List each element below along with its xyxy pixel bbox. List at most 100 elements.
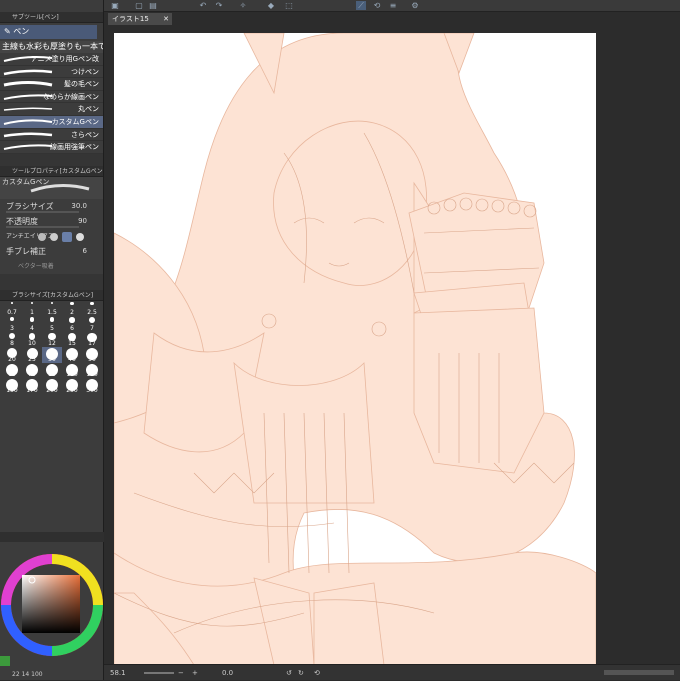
brush-size-preset[interactable]: 2 bbox=[62, 301, 82, 317]
aa-weak-icon[interactable] bbox=[50, 232, 58, 241]
aa-none-icon[interactable] bbox=[38, 232, 46, 241]
brush-dot-icon bbox=[49, 317, 55, 323]
fill-icon[interactable]: ◆ bbox=[266, 1, 276, 10]
brush-item[interactable]: 髪の毛ペン bbox=[0, 78, 103, 91]
brush-size-preset[interactable]: 17 bbox=[82, 332, 102, 348]
brush-size-preset[interactable]: 300 bbox=[82, 378, 102, 394]
close-icon[interactable]: ✕ bbox=[163, 13, 169, 25]
zoom-in-icon[interactable]: + bbox=[192, 665, 198, 681]
horizontal-scrollbar[interactable] bbox=[604, 670, 674, 675]
stroke-preview-icon bbox=[30, 183, 90, 193]
subtool-footer bbox=[0, 153, 103, 166]
brush-size-preset[interactable]: 5 bbox=[42, 316, 62, 332]
brush-size-preset[interactable]: 30 bbox=[42, 347, 62, 363]
brush-size-preset[interactable]: 7 bbox=[82, 316, 102, 332]
brush-size-panel-header: ブラシサイズ[カスタムGペン] bbox=[0, 289, 103, 301]
brush-size-preset[interactable]: 6 bbox=[62, 316, 82, 332]
reset-rotation-icon[interactable]: ⟲ bbox=[314, 665, 320, 681]
brush-item-selected[interactable]: カスタムGペン bbox=[0, 115, 103, 129]
brush-size-preset[interactable]: 1.5 bbox=[42, 301, 62, 317]
brush-list: アニメ塗り用Gペン改 つけペン 髪の毛ペン なめらか線画ペン 丸ペン カスタムG… bbox=[0, 53, 103, 154]
snap-ruler-icon[interactable]: ⟋ bbox=[356, 1, 366, 10]
redo-icon[interactable]: ↷ bbox=[214, 1, 224, 10]
brush-item[interactable]: アニメ塗り用Gペン改 bbox=[0, 53, 103, 66]
brush-size-preset[interactable]: 8 bbox=[2, 332, 22, 348]
rotation-value[interactable]: 0.0 bbox=[222, 665, 233, 681]
brush-dot-icon bbox=[90, 301, 94, 306]
brush-size-preset[interactable]: 150 bbox=[2, 378, 22, 394]
zoom-out-icon[interactable]: − bbox=[178, 665, 184, 681]
canvas-tab[interactable]: イラスト15 ✕ bbox=[108, 13, 172, 25]
brush-size-preset[interactable]: 80 bbox=[42, 363, 62, 379]
vector-snap-row[interactable]: ベクター吸着 bbox=[0, 259, 103, 274]
snap-grid-icon[interactable]: ≡ bbox=[388, 1, 398, 10]
layer-icon[interactable]: ▣ bbox=[110, 1, 120, 10]
opacity-row[interactable]: 不透明度 90 bbox=[0, 214, 103, 229]
subtool-category[interactable]: 主線も水彩も厚塗りも一本で bbox=[0, 41, 103, 53]
brush-item[interactable]: つけペン bbox=[0, 66, 103, 79]
brush-size-preset[interactable]: 70 bbox=[22, 363, 42, 379]
brush-size-preset[interactable]: 2.5 bbox=[82, 301, 102, 317]
rotate-right-icon[interactable]: ↻ bbox=[298, 665, 304, 681]
brush-size-preset[interactable]: 12 bbox=[42, 332, 62, 348]
subtool-group-label: ペン bbox=[13, 27, 30, 36]
zoom-value[interactable]: 58.1 bbox=[110, 665, 126, 681]
line-art-illustration bbox=[114, 33, 596, 665]
brush-dot-icon bbox=[89, 317, 95, 324]
brush-size-preset[interactable]: 40 bbox=[62, 347, 82, 363]
brush-size-preset[interactable]: 250 bbox=[62, 378, 82, 394]
brush-size-row[interactable]: ブラシサイズ 30.0 bbox=[0, 199, 103, 214]
color-panel-header bbox=[0, 532, 104, 542]
antialias-row[interactable]: アンチエイリアス bbox=[0, 229, 103, 244]
subtool-group-pen[interactable]: ✎ ペン bbox=[0, 25, 97, 39]
canvas-paper[interactable] bbox=[114, 33, 596, 665]
stabilization-row[interactable]: 手ブレ補正 6 bbox=[0, 244, 103, 259]
rotate-left-icon[interactable]: ↺ bbox=[286, 665, 292, 681]
zoom-slider[interactable] bbox=[144, 672, 174, 674]
brush-size-preset[interactable]: 25 bbox=[22, 347, 42, 363]
brush-size-preset[interactable]: 10 bbox=[22, 332, 42, 348]
brush-size-preset[interactable]: 20 bbox=[2, 347, 22, 363]
brush-preview: カスタムGペン bbox=[0, 176, 103, 199]
color-wheel[interactable] bbox=[0, 543, 104, 669]
brush-dot-icon bbox=[69, 317, 75, 323]
brush-size-preset[interactable]: 50 bbox=[82, 347, 102, 363]
brush-dot-icon bbox=[28, 332, 36, 340]
brush-size-preset[interactable]: 15 bbox=[62, 332, 82, 348]
new-file-icon[interactable]: ▢ bbox=[134, 1, 144, 10]
open-folder-icon[interactable]: ▤ bbox=[148, 1, 158, 10]
brush-size-preset[interactable]: 100 bbox=[62, 363, 82, 379]
stroke-preview-icon bbox=[3, 56, 53, 62]
brush-size-preset[interactable]: 200 bbox=[42, 378, 62, 394]
brush-size-preset[interactable]: 60 bbox=[2, 363, 22, 379]
opacity-slider[interactable] bbox=[6, 225, 79, 228]
brush-item[interactable]: さらペン bbox=[0, 129, 103, 142]
brush-size-preset[interactable]: 0.7 bbox=[2, 301, 22, 317]
brush-item[interactable]: 丸ペン bbox=[0, 103, 103, 116]
brush-dot-icon bbox=[8, 332, 16, 339]
brush-size-preset[interactable]: 3 bbox=[2, 316, 22, 332]
snap-special-icon[interactable]: ⟲ bbox=[372, 1, 382, 10]
transform-icon[interactable]: ⬚ bbox=[284, 1, 294, 10]
tool-property-header: ツールプロパティ[カスタムGペン] bbox=[0, 165, 103, 177]
brush-dot-icon bbox=[10, 317, 14, 322]
brush-size-preset[interactable]: 170 bbox=[22, 378, 42, 394]
undo-icon[interactable]: ↶ bbox=[198, 1, 208, 10]
opacity-value[interactable]: 90 bbox=[78, 214, 87, 229]
aa-strong-icon[interactable] bbox=[76, 232, 84, 241]
brush-item[interactable]: 線画用強筆ペン bbox=[0, 141, 103, 154]
stroke-preview-icon bbox=[3, 107, 53, 112]
brush-size-preset[interactable]: 4 bbox=[22, 316, 42, 332]
brush-item[interactable]: なめらか線画ペン bbox=[0, 91, 103, 104]
settings-icon[interactable]: ⚙ bbox=[410, 1, 420, 10]
brush-size-slider[interactable] bbox=[6, 210, 79, 213]
brush-size-preset[interactable]: 120 bbox=[82, 363, 102, 379]
brush-size-preset[interactable]: 1 bbox=[22, 301, 42, 317]
main-color-swatch[interactable] bbox=[0, 656, 10, 666]
subtool-panel-header: サブツール[ペン] bbox=[0, 12, 103, 23]
color-values: 22 14 100 bbox=[12, 671, 43, 678]
stabilization-value[interactable]: 6 bbox=[83, 244, 87, 259]
brush-size-grid: 0.7 1 1.5 2 2.5 3 4 5 6 7 8 10 12 15 17 20 25 30 40 50 60 70 8… bbox=[0, 301, 103, 394]
aa-medium-icon[interactable] bbox=[62, 231, 72, 242]
clear-icon[interactable]: ✧ bbox=[238, 1, 248, 10]
